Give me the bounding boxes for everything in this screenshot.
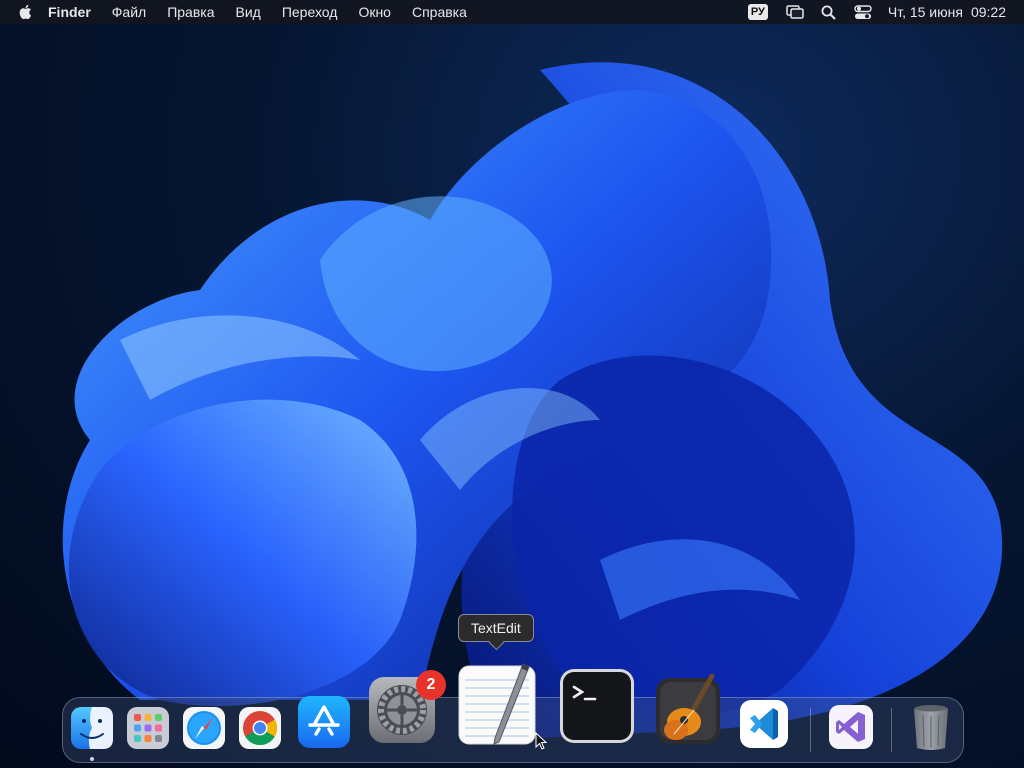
chrome-icon [239,707,281,749]
menu-view[interactable]: Вид [236,4,261,20]
dock-item-launchpad[interactable] [126,706,170,750]
trash-icon [914,705,948,750]
vscode-icon [740,700,788,748]
menu-go[interactable]: Переход [282,4,338,20]
menu-bar: Finder Файл Правка Вид Переход Окно Спра… [0,0,1024,24]
desktop-wallpaper [62,62,1003,740]
dock-item-vscode[interactable] [738,698,790,750]
dock-item-finder[interactable] [70,706,114,750]
clock-time: 09:22 [970,4,1006,20]
dock-item-app-store[interactable] [296,694,352,750]
control-center-icon[interactable] [854,4,872,20]
dock-item-garageband[interactable] [654,672,724,748]
notification-badge: 2 [416,670,446,700]
launchpad-icon [127,707,169,749]
menu-window[interactable]: Окно [358,4,391,20]
status-area: РУ Чт, 15 июня 09:22 [747,0,1006,24]
guitar-icon [656,673,720,744]
finder-icon [71,707,113,749]
dock-item-trash[interactable] [908,702,954,752]
dock-separator [810,708,811,752]
safari-icon [183,707,225,749]
input-source-indicator[interactable]: РУ [747,4,768,20]
visual-studio-icon [829,705,873,749]
dock-item-textedit[interactable] [457,662,539,746]
terminal-icon [560,669,634,743]
dock-item-terminal[interactable] [558,667,636,745]
dock-item-safari[interactable] [182,706,226,750]
mouse-cursor [535,732,547,750]
menu-bar-clock[interactable]: Чт, 15 июня 09:22 [888,4,1006,20]
apple-menu-icon[interactable] [18,4,34,20]
textedit-icon [458,663,536,745]
menu-edit[interactable]: Правка [167,4,214,20]
finder-running-indicator [90,757,94,761]
app-store-icon [298,696,350,748]
menu-file[interactable]: Файл [112,4,146,20]
menu-help[interactable]: Справка [412,4,467,20]
dock-tooltip: TextEdit [458,614,534,642]
search-icon[interactable] [820,4,838,20]
app-name-menu[interactable]: Finder [48,4,91,20]
dock-item-chrome[interactable] [238,706,282,750]
clock-date: Чт, 15 июня [887,4,963,20]
dock-separator [891,708,892,752]
screen-mirroring-icon[interactable] [786,4,804,20]
dock-item-visual-studio[interactable] [828,704,874,750]
